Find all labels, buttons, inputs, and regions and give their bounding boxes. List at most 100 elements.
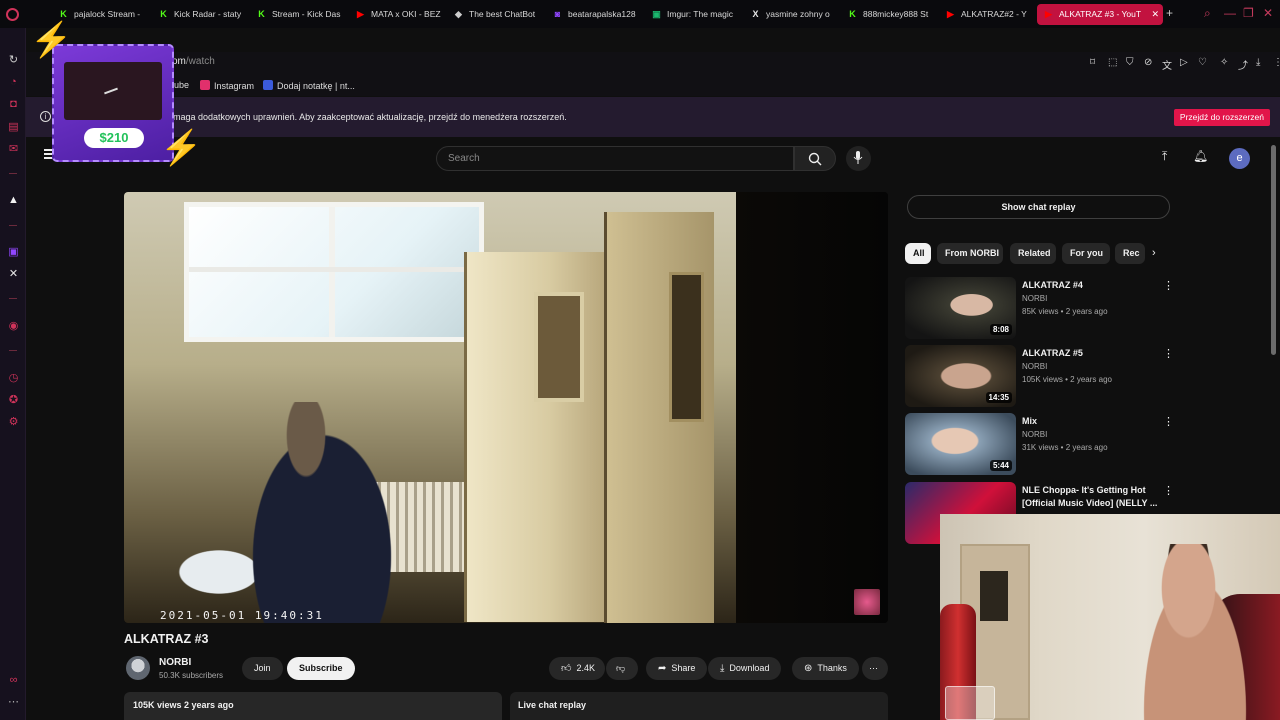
account-avatar[interactable]: e <box>1229 148 1250 169</box>
live-chat-box[interactable]: Live chat replay <box>510 692 888 720</box>
player-icon[interactable]: ◉ <box>7 320 20 333</box>
play-icon[interactable]: ▷ <box>1180 57 1188 68</box>
more-options-icon[interactable]: ⋮ <box>1163 347 1174 360</box>
recommended-channel[interactable]: NORBI <box>1022 362 1047 371</box>
sidebar-menu-icon[interactable]: ⋯ <box>7 696 20 709</box>
more-options-icon[interactable]: ⋮ <box>1163 484 1174 497</box>
more-icon[interactable]: ∞ <box>7 674 20 687</box>
recommended-video[interactable]: 14:35 ALKATRAZ #5 NORBI 105K views • 2 year… <box>905 345 1175 409</box>
browser-tab[interactable]: ▣ Imgur: The magic <box>645 4 737 25</box>
bookmark-item[interactable]: ube <box>174 80 189 90</box>
filter-chip[interactable]: From NORBI <box>937 243 1003 264</box>
new-tab-button[interactable]: + <box>1166 6 1173 20</box>
description-box[interactable]: 105K views 2 years ago <box>124 692 502 720</box>
more-actions-button[interactable]: ⋯ <box>862 657 888 680</box>
minimize-icon[interactable]: — <box>1224 6 1236 20</box>
search-icon <box>808 152 822 166</box>
bookmark-item[interactable]: Instagram <box>200 80 254 91</box>
heart-icon[interactable]: ♡ <box>1198 57 1207 68</box>
filter-chip[interactable]: Rec <box>1115 243 1145 264</box>
more-options-icon[interactable]: ⋮ <box>1163 415 1174 428</box>
messenger-icon[interactable]: ▤ <box>7 121 20 134</box>
history-icon[interactable]: ◷ <box>7 372 20 385</box>
chevron-right-icon[interactable]: › <box>1152 247 1156 259</box>
show-chat-replay-button[interactable]: Show chat replay <box>907 195 1170 219</box>
voice-search-button[interactable] <box>846 146 871 171</box>
tab-favicon-icon: ▶ <box>1045 9 1052 19</box>
bookmark-icon[interactable]: ⌑ <box>1090 57 1095 68</box>
channel-watermark[interactable] <box>854 589 880 615</box>
recommended-title[interactable]: NLE Choppa- It's Getting Hot [Official M… <box>1022 484 1158 510</box>
address-bar[interactable]: om/watch ⌑ ⬚ ⛉ ⊘ 文 ▷ ♡ ✧ ⤴ ⤓ ⋮ <box>26 52 1280 74</box>
recommended-title[interactable]: Mix <box>1022 415 1158 428</box>
subscribe-button[interactable]: Subscribe <box>287 657 355 680</box>
close-tab-icon[interactable]: ✕ <box>1151 4 1159 25</box>
download-icon[interactable]: ⤓ <box>1256 57 1260 68</box>
recommended-title[interactable]: ALKATRAZ #4 <box>1022 279 1158 292</box>
settings-icon[interactable]: ⚙ <box>7 416 20 429</box>
bag-icon[interactable]: ◘ <box>7 98 20 111</box>
filter-chip[interactable]: All <box>905 243 931 264</box>
browser-tab[interactable]: K 888mickey888 St <box>841 4 933 25</box>
vpn-icon[interactable]: ⛉ <box>1126 57 1134 68</box>
like-button[interactable]: 👍︎ 2.4K <box>549 657 605 680</box>
browser-tab[interactable]: ▶ ALKATRAZ#2 - Y <box>939 4 1031 25</box>
video-frame-door-pane <box>534 292 584 402</box>
gmail-icon[interactable]: ✉ <box>7 143 20 156</box>
twitch-icon[interactable]: ▣ <box>7 246 20 259</box>
puzzle-icon[interactable]: ✧ <box>1220 57 1228 68</box>
filter-chip[interactable]: Related <box>1010 243 1056 264</box>
menu-icon[interactable]: ⋮ <box>1273 57 1280 68</box>
recommended-video[interactable]: 5:44 Mix NORBI 31K views • 2 years ago ⋮ <box>905 413 1175 477</box>
browser-tab[interactable]: Xyasmine zohny o <box>744 4 836 25</box>
restore-icon[interactable]: ❐ <box>1243 6 1254 20</box>
browser-tab[interactable]: K Stream - Kick Das <box>250 4 342 25</box>
browser-tab[interactable]: ▶ ALKATRAZ #3 - YouT ✕ <box>1037 4 1163 25</box>
recommended-channel[interactable]: NORBI <box>1022 430 1047 439</box>
search-button[interactable] <box>794 146 836 171</box>
browser-tab[interactable]: ▶ MATA x OKI - BEZ <box>349 4 441 25</box>
go-to-extensions-button[interactable]: Przejdź do rozszerzeń <box>1173 109 1270 126</box>
adblock-icon[interactable]: ⊘ <box>1144 57 1152 68</box>
stream-alert-overlay: $210 <box>52 44 174 162</box>
share-button[interactable]: ➦ Share <box>646 657 708 680</box>
bookmark-item[interactable]: Dodaj notatkę | nt... <box>263 80 355 91</box>
upload-icon[interactable]: ⤒ <box>1162 149 1167 164</box>
channel-avatar[interactable] <box>126 656 150 680</box>
video-frame-shadow <box>736 192 888 623</box>
video-thumbnail[interactable]: 14:35 <box>905 345 1016 407</box>
close-window-icon[interactable]: ✕ <box>1263 6 1273 20</box>
page-scrollbar[interactable] <box>1271 145 1276 355</box>
browser-tab[interactable]: ◙ beatarapalska128 <box>546 4 638 25</box>
channel-name[interactable]: NORBI <box>159 657 191 668</box>
browser-tab[interactable]: ◆ The best ChatBot <box>447 4 539 25</box>
video-player[interactable]: 2021-05-01 19:40:31 <box>124 192 888 623</box>
video-thumbnail[interactable]: 8:08 <box>905 277 1016 339</box>
refresh-icon[interactable]: ↻ <box>7 54 20 67</box>
share-icon[interactable]: ⤴ <box>1238 57 1248 72</box>
search-tabs-icon[interactable]: ⌕ <box>1204 6 1211 21</box>
recommended-channel[interactable]: NORBI <box>1022 294 1047 303</box>
video-thumbnail[interactable]: 5:44 <box>905 413 1016 475</box>
url-text[interactable]: om/watch <box>172 56 215 67</box>
x-icon[interactable]: ✕ <box>7 268 20 281</box>
dislike-button[interactable]: 👎︎ <box>606 657 638 680</box>
aria-icon[interactable]: ▲ <box>7 194 20 207</box>
recommended-video[interactable]: 8:08 ALKATRAZ #4 NORBI 85K views • 2 years … <box>905 277 1175 341</box>
join-button[interactable]: Join <box>242 657 283 680</box>
snapshot-icon[interactable]: ⬚ <box>1108 57 1117 68</box>
browser-tab[interactable]: K Kick Radar - staty <box>152 4 244 25</box>
video-title: ALKATRAZ #3 <box>124 632 209 646</box>
download-button[interactable]: ⤓ Download <box>708 657 782 680</box>
recommended-title[interactable]: ALKATRAZ #5 <box>1022 347 1158 360</box>
thanks-button[interactable]: ⊛ Thanks <box>792 657 859 680</box>
opera-logo-icon[interactable] <box>6 8 19 21</box>
translate-icon[interactable]: 文 <box>1162 57 1172 72</box>
more-options-icon[interactable]: ⋮ <box>1163 279 1174 292</box>
notifications-icon[interactable]: 🔔︎ <box>1193 149 1208 163</box>
filter-chip[interactable]: For you <box>1062 243 1110 264</box>
extensions-icon[interactable]: ✪ <box>7 394 20 407</box>
speed-dial-icon[interactable]: ◔ <box>7 76 20 89</box>
bookmark-label: ube <box>174 80 190 90</box>
search-input[interactable]: Search <box>436 146 794 171</box>
